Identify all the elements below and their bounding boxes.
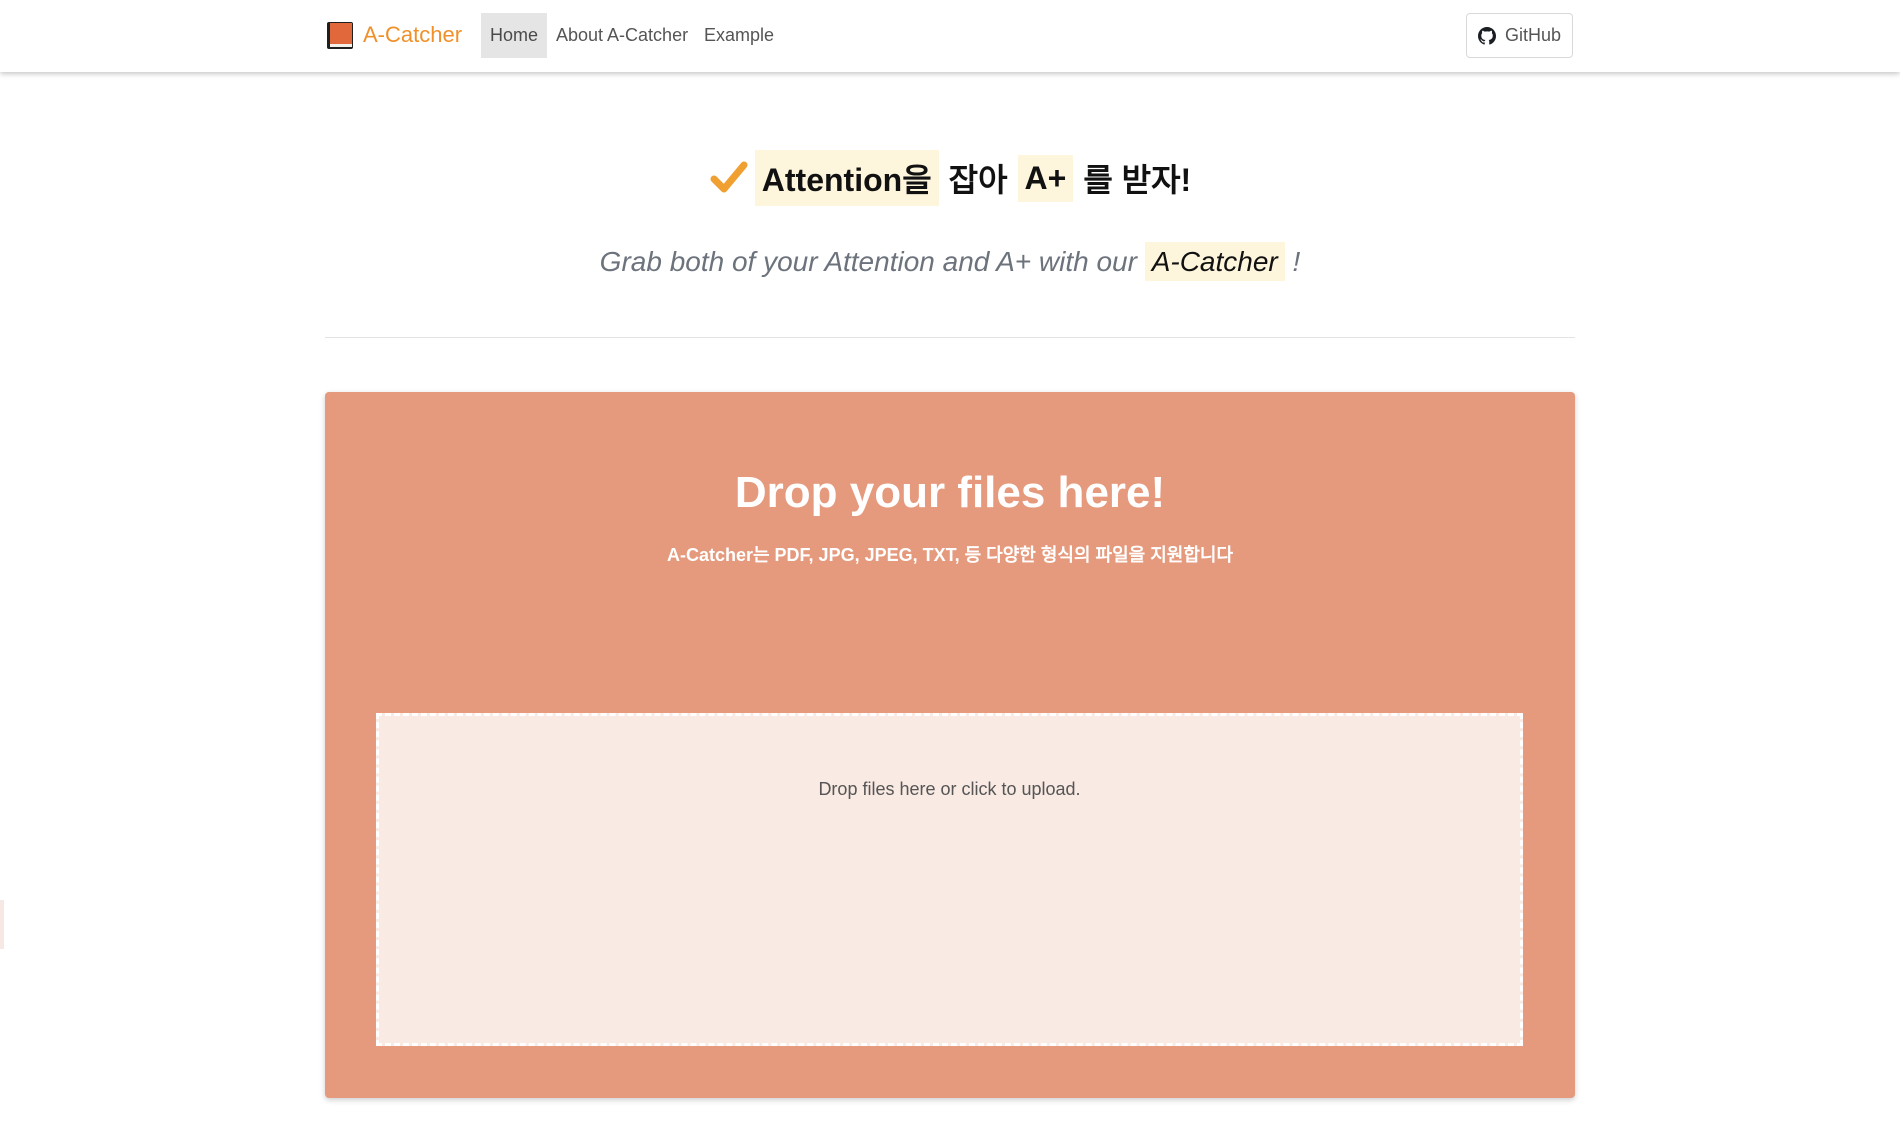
nav-home-link[interactable]: Home: [481, 13, 547, 58]
brand-name: A-Catcher: [363, 22, 463, 47]
file-dropzone[interactable]: Drop files here or click to upload.: [375, 712, 1524, 1047]
check-mark-icon: [710, 161, 748, 193]
headline-catch: 잡아: [948, 162, 1008, 198]
github-button[interactable]: GitHub: [1466, 13, 1573, 58]
book-icon: [327, 21, 353, 49]
headline-receive: 를 받자!: [1083, 162, 1192, 198]
github-icon: [1477, 26, 1496, 45]
top-navbar: A-Catcher Home About A-Catcher Example G…: [0, 0, 1900, 72]
side-edge-tab: [0, 900, 4, 949]
subtitle-exclamation: !: [1292, 246, 1301, 277]
brand-logo-link[interactable]: A-Catcher: [325, 18, 462, 52]
subtitle-brand-highlight: A-Catcher: [1144, 242, 1285, 281]
headline-aplus: A+: [1017, 154, 1074, 202]
github-label: GitHub: [1504, 25, 1562, 45]
section-divider: [325, 337, 1575, 338]
nav-example-link[interactable]: Example: [704, 13, 774, 58]
dropzone-message: Drop files here or click to upload.: [818, 779, 1081, 799]
upload-title: Drop your files here!: [734, 468, 1166, 517]
headline-attention: Attention을: [754, 150, 939, 206]
nav-about-link[interactable]: About A-Catcher: [556, 13, 688, 58]
hero-subtitle: Grab both of your Attention and A+ with …: [0, 242, 1900, 281]
hero-headline: Attention을 잡아 A+ 를 받자!: [0, 150, 1900, 206]
subtitle-text: Grab both of your Attention and A+ with …: [599, 246, 1137, 277]
upload-subtitle: A-Catcher는 PDF, JPG, JPEG, TXT, 등 다양한 형식…: [666, 545, 1234, 565]
